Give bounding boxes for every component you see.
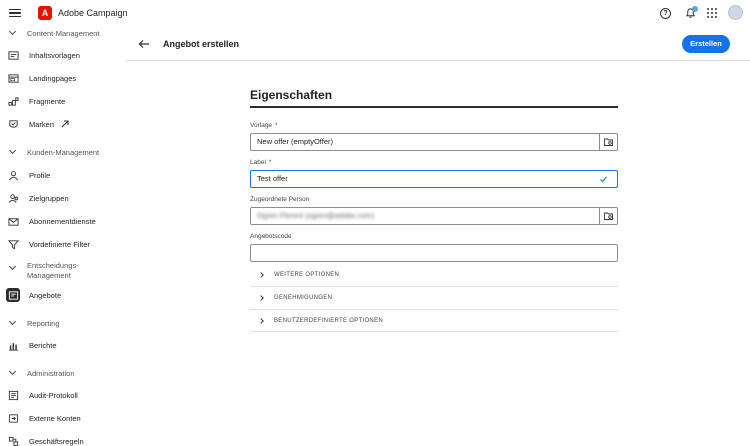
code-label: Angebotscode — [250, 233, 292, 240]
help-icon[interactable]: ? — [660, 8, 671, 19]
sidebar-item-offers[interactable]: Angebote — [6, 286, 122, 304]
sidebar-item-external-accounts[interactable]: Externe Konten — [6, 409, 122, 427]
account-icon — [6, 411, 20, 425]
menu-icon[interactable] — [9, 7, 21, 19]
person-label: Zugeordnete Person — [250, 196, 310, 203]
sidebar-item-audiences[interactable]: Zielgruppen — [6, 189, 122, 207]
sidebar-section-decisioning[interactable]: Entscheidungs- Management — [8, 261, 79, 281]
sidebar-item-templates[interactable]: Inhaltsvorlagen — [6, 46, 122, 64]
sidebar-item-business-rules[interactable]: Geschäftsregeln — [6, 432, 122, 446]
chevron-down-icon — [8, 368, 18, 378]
notification-dot — [692, 6, 698, 12]
chevron-down-icon — [8, 263, 18, 273]
label-field[interactable]: Test offer — [250, 170, 618, 188]
accordion-custom-options[interactable]: BENUTZERDEFINIERTE OPTIONEN — [250, 309, 618, 331]
audience-icon — [6, 191, 20, 205]
sidebar-item-subscriptions[interactable]: Abonnementdienste — [6, 212, 122, 230]
sidebar-item-audit[interactable]: Audit-Protokoll — [6, 386, 122, 404]
chevron-right-icon — [258, 317, 266, 325]
sidebar-section-customer[interactable]: Kunden-Management — [8, 145, 99, 159]
sidebar-item-reports[interactable]: Berichte — [6, 336, 122, 354]
accordion-bottom-divider — [250, 331, 618, 332]
header-divider — [126, 60, 750, 61]
create-button[interactable]: Erstellen — [682, 35, 730, 53]
sidebar-item-filters[interactable]: Vordefinierte Filter — [6, 235, 122, 253]
chevron-down-icon — [8, 28, 18, 38]
landingpage-icon — [6, 71, 20, 85]
profile-icon — [6, 168, 20, 182]
report-icon — [6, 338, 20, 352]
avatar[interactable] — [728, 5, 743, 20]
external-link-icon — [61, 120, 69, 128]
accordion-more-options[interactable]: WEITERE OPTIONEN — [250, 264, 618, 286]
section-divider — [250, 106, 618, 108]
adobe-logo: A — [38, 6, 52, 20]
template-icon — [6, 48, 20, 62]
folder-search-icon[interactable] — [599, 134, 617, 150]
folder-search-icon[interactable] — [599, 208, 617, 224]
accordion-approvals[interactable]: GENEHMIGUNGEN — [250, 286, 618, 308]
vorlage-field[interactable]: New offer (emptyOffer) — [250, 133, 618, 151]
sidebar-item-brands[interactable]: Marken — [6, 115, 122, 133]
chevron-right-icon — [258, 294, 266, 302]
sidebar-item-fragments[interactable]: Fragmente — [6, 92, 122, 110]
vorlage-label: Vorlage * — [250, 122, 278, 129]
page-title: Angebot erstellen — [163, 39, 240, 49]
sidebar-section-administration[interactable]: Administration — [8, 366, 75, 380]
section-title: Eigenschaften — [250, 88, 333, 102]
offer-icon — [6, 288, 20, 302]
top-bar: A Adobe Campaign ? — [0, 0, 750, 26]
sidebar-item-profiles[interactable]: Profile — [6, 166, 122, 184]
back-arrow-icon[interactable] — [138, 38, 150, 50]
fragment-icon — [6, 94, 20, 108]
chevron-down-icon — [8, 147, 18, 157]
person-field[interactable]: Ogren Florent (ogren@adobe.com) — [250, 207, 618, 225]
sidebar-section-content[interactable]: Content-Management — [8, 26, 100, 40]
sidebar-section-reporting[interactable]: Reporting — [8, 316, 60, 330]
subscription-icon — [6, 214, 20, 228]
rules-icon — [6, 434, 20, 446]
checkmark-icon — [599, 171, 608, 189]
sidebar: Content-Management Inhaltsvorlagen Landi… — [0, 26, 124, 446]
filter-icon — [6, 237, 20, 251]
brand-icon — [6, 117, 20, 131]
chevron-down-icon — [8, 318, 18, 328]
app-title: Adobe Campaign — [58, 8, 128, 18]
chevron-right-icon — [258, 271, 266, 279]
code-field[interactable] — [250, 244, 618, 262]
apps-grid-icon[interactable] — [707, 8, 717, 18]
audit-icon — [6, 388, 20, 402]
sidebar-item-landingpages[interactable]: Landingpages — [6, 69, 122, 87]
label-label: Label * — [250, 159, 272, 166]
